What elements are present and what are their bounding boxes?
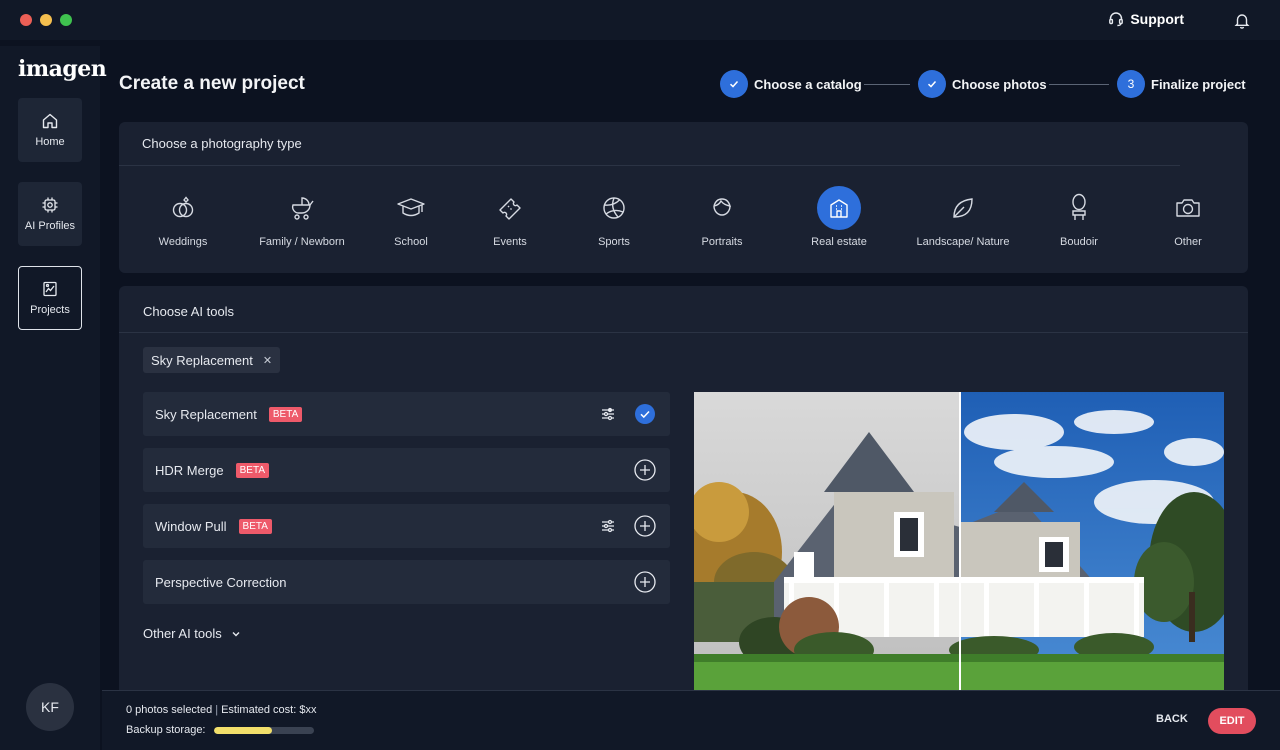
step-label: Choose a catalog <box>754 76 862 92</box>
ticket-icon <box>499 198 521 220</box>
portrait-icon <box>713 198 731 216</box>
sidebar-item-label: Projects <box>30 304 70 316</box>
before-after-preview[interactable] <box>694 392 1224 706</box>
check-icon <box>918 70 946 98</box>
backup-storage-bar <box>213 726 314 734</box>
photo-type-portraits[interactable]: Portraits <box>657 186 787 248</box>
photo-type-label: Other <box>1174 236 1202 248</box>
step-connector <box>1049 84 1109 85</box>
add-circle-icon[interactable] <box>634 515 656 537</box>
projects-icon <box>43 281 57 297</box>
tool-row-hdr-merge[interactable]: HDR Merge BETA <box>143 448 670 492</box>
ai-tools-card: Choose AI tools Sky Replacement ✕ Sky Re… <box>119 286 1248 706</box>
graduation-cap-icon <box>397 198 425 217</box>
estimated-cost: Estimated cost: $xx <box>221 704 317 716</box>
sidebar-item-home[interactable]: Home <box>18 98 82 162</box>
tool-name: Window Pull <box>155 518 227 534</box>
sidebar-item-label: Home <box>35 136 65 148</box>
maximize-window-button[interactable] <box>60 14 72 26</box>
selection-summary: 0 photos selected | Estimated cost: $xx <box>126 704 317 716</box>
ai-tools-title: Choose AI tools <box>143 304 235 319</box>
sliders-icon[interactable] <box>600 518 616 534</box>
support-label: Support <box>1130 11 1184 27</box>
close-icon[interactable]: ✕ <box>263 354 272 367</box>
window-titlebar: Support <box>0 0 1280 40</box>
photo-type-label: Portraits <box>701 236 743 248</box>
tool-name: Sky Replacement <box>155 406 257 422</box>
bell-icon[interactable] <box>1234 12 1250 29</box>
photo-type-label: Weddings <box>158 236 208 248</box>
backup-storage-fill <box>213 726 272 734</box>
user-avatar[interactable]: KF <box>26 683 74 731</box>
step-connector <box>864 84 910 85</box>
sidebar-item-label: AI Profiles <box>24 220 76 232</box>
rings-icon <box>172 196 194 218</box>
chip-label: Sky Replacement <box>151 352 253 368</box>
photography-type-card: Choose a photography type Weddings Famil… <box>119 122 1248 273</box>
divider <box>119 332 1248 333</box>
photo-type-label: Boudoir <box>1060 236 1098 248</box>
minimize-window-button[interactable] <box>40 14 52 26</box>
step-choose-photos[interactable]: Choose photos <box>918 70 1047 98</box>
house-preview-image <box>694 392 1224 706</box>
close-window-button[interactable] <box>20 14 32 26</box>
page-title: Create a new project <box>119 73 305 94</box>
tool-row-perspective-correction[interactable]: Perspective Correction <box>143 560 670 604</box>
photo-type-other[interactable]: Other <box>1123 186 1253 248</box>
check-circle-icon[interactable] <box>634 403 656 425</box>
sidebar-item-ai-profiles[interactable]: AI Profiles <box>18 182 82 246</box>
home-icon <box>42 113 58 129</box>
other-ai-tools-toggle[interactable]: Other AI tools <box>143 626 242 641</box>
ball-icon <box>603 197 625 219</box>
step-label: Choose photos <box>952 76 1047 92</box>
photo-type-label: Events <box>493 236 527 248</box>
tool-row-window-pull[interactable]: Window Pull BETA <box>143 504 670 548</box>
building-icon <box>830 199 848 218</box>
add-circle-icon[interactable] <box>634 571 656 593</box>
photo-type-weddings[interactable]: Weddings <box>118 186 248 248</box>
step-number: 3 <box>1117 70 1145 98</box>
step-choose-catalog[interactable]: Choose a catalog <box>720 70 862 98</box>
add-circle-icon[interactable] <box>634 459 656 481</box>
leaf-icon <box>953 198 973 218</box>
divider <box>119 165 1180 166</box>
selected-tool-chip: Sky Replacement ✕ <box>143 347 281 373</box>
headset-icon <box>1109 12 1124 27</box>
backup-label: Backup storage: <box>126 724 206 736</box>
photo-type-label: Sports <box>598 236 630 248</box>
sidebar: imagen Home AI Profiles Projects KF <box>0 46 107 750</box>
beta-badge: BETA <box>268 406 303 422</box>
mirror-icon <box>1072 193 1086 220</box>
camera-icon <box>1176 199 1200 217</box>
sidebar-item-projects[interactable]: Projects <box>18 266 82 330</box>
tool-name: HDR Merge <box>155 462 224 478</box>
photo-type-real-estate[interactable]: Real estate <box>774 186 904 248</box>
imagen-logo: imagen <box>18 56 107 82</box>
backup-storage: Backup storage: <box>126 724 314 736</box>
sliders-icon[interactable] <box>600 406 616 422</box>
window-controls <box>20 14 72 26</box>
photo-type-label: School <box>394 236 428 248</box>
beta-badge: BETA <box>235 462 270 478</box>
tool-name: Perspective Correction <box>155 574 287 590</box>
photography-type-title: Choose a photography type <box>142 136 302 151</box>
other-ai-tools-label: Other AI tools <box>143 626 222 641</box>
step-label: Finalize project <box>1151 76 1246 92</box>
footer-bar: 0 photos selected | Estimated cost: $xx Ba… <box>102 690 1280 750</box>
photo-type-label: Family / Newborn <box>259 236 345 248</box>
check-icon <box>720 70 748 98</box>
support-button[interactable]: Support <box>1108 11 1184 27</box>
chevron-down-icon <box>232 631 240 636</box>
photos-selected: 0 photos selected <box>126 704 213 716</box>
back-button[interactable]: BACK <box>1156 713 1188 725</box>
photo-type-label: Landscape/ Nature <box>916 236 1010 248</box>
photo-type-landscape-nature[interactable]: Landscape/ Nature <box>898 186 1028 248</box>
tool-row-sky-replacement[interactable]: Sky Replacement BETA <box>143 392 670 436</box>
photo-type-label: Real estate <box>811 236 867 248</box>
beta-badge: BETA <box>238 518 272 534</box>
edit-button[interactable]: EDIT <box>1208 708 1256 734</box>
stroller-icon <box>291 197 314 220</box>
step-finalize-project[interactable]: 3 Finalize project <box>1117 70 1246 98</box>
chip-icon <box>42 197 58 213</box>
